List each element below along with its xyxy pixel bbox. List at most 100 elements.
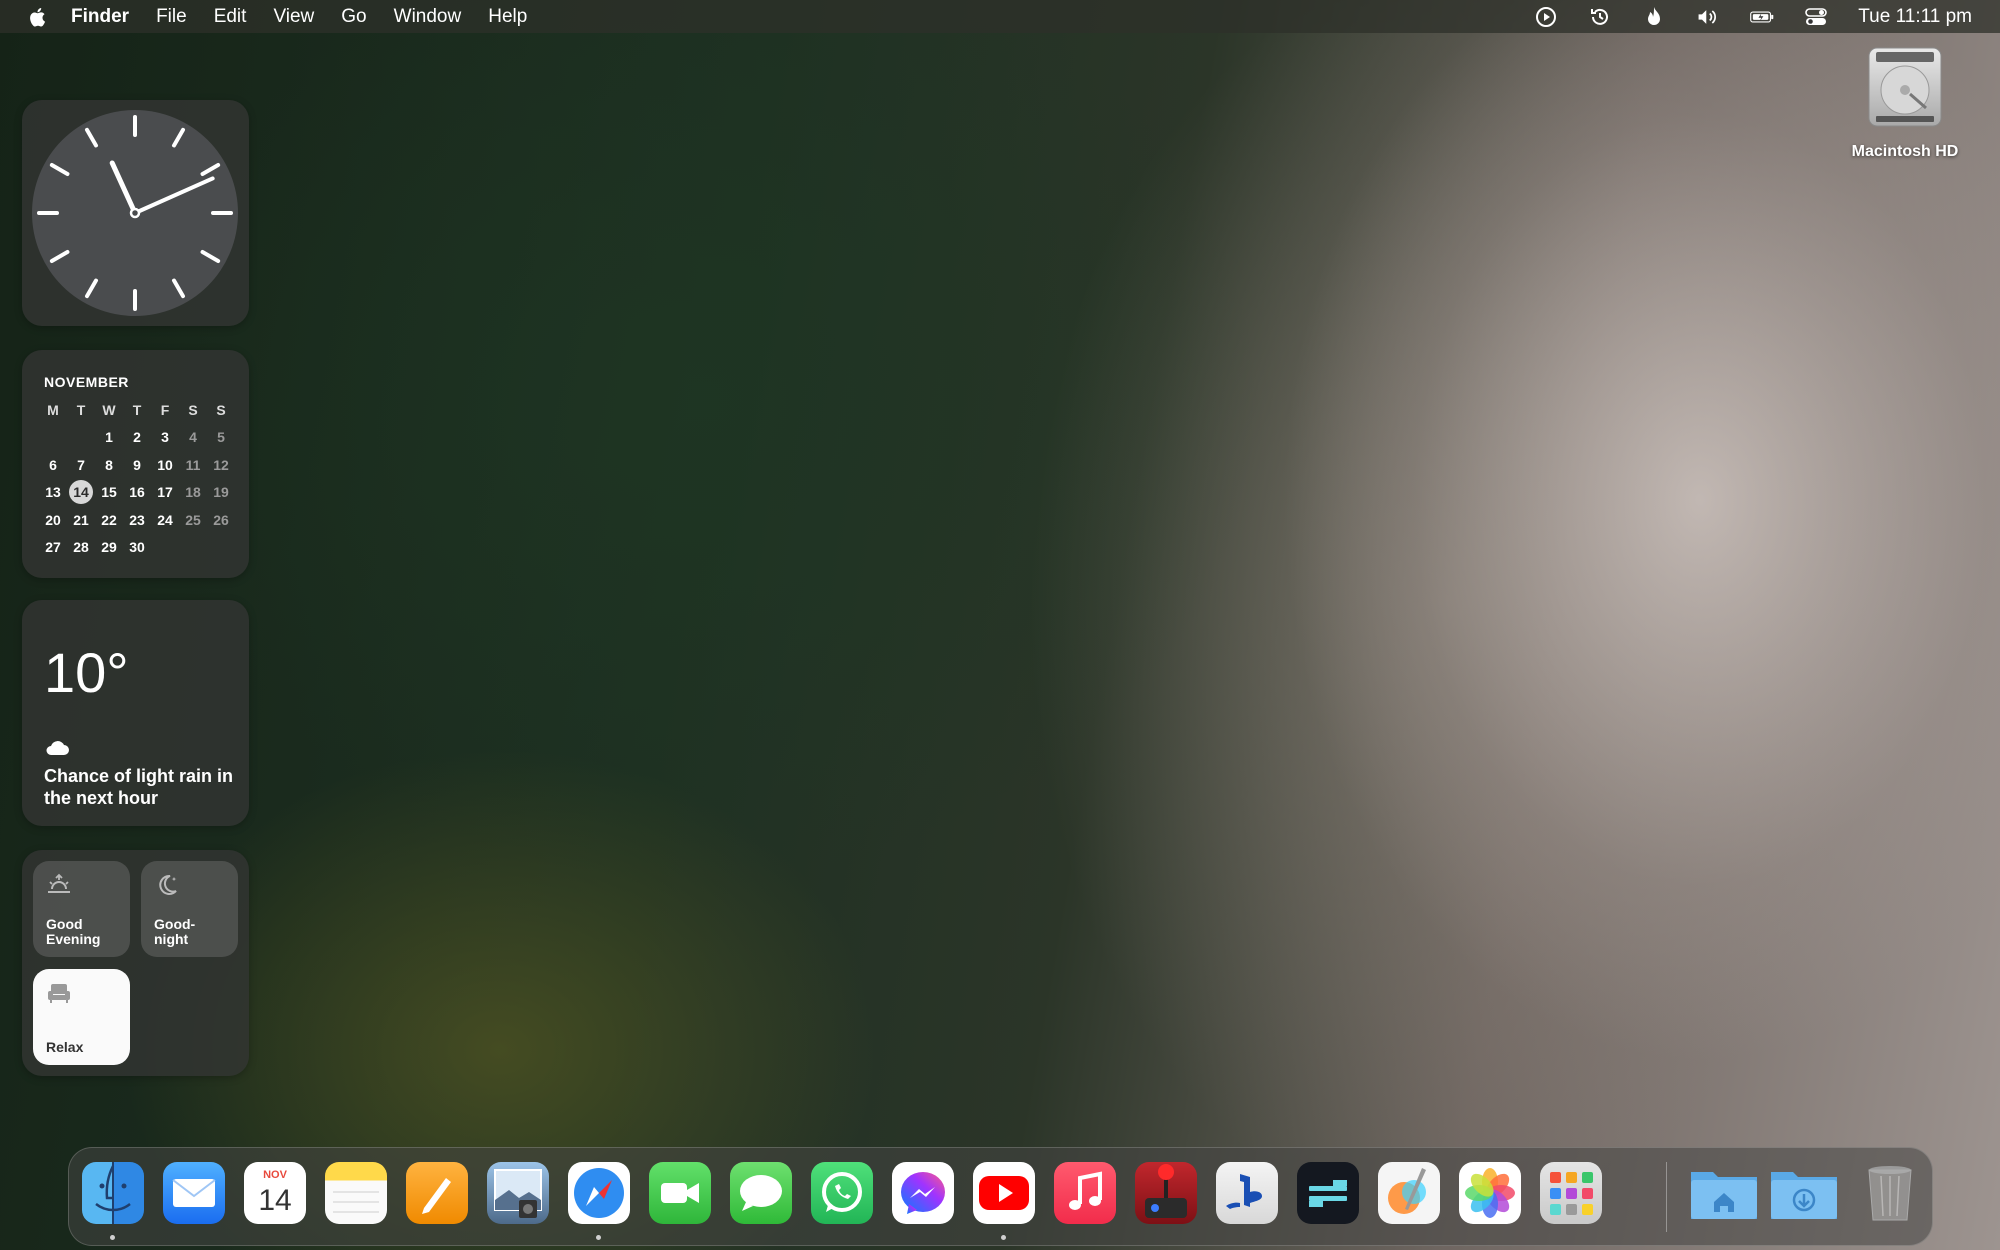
time-machine-icon[interactable] [1588,6,1612,28]
dock-downloads-folder[interactable] [1769,1162,1839,1224]
dock-photos[interactable] [1459,1162,1521,1224]
calendar-widget[interactable]: NOVEMBER M T W T F S S 1 2 3 4 5 6 7 8 9 10 11 12 13 14 15 16 1… [22,350,249,578]
dock-joystick-app[interactable] [1135,1162,1197,1224]
calendar-day: 23 [129,511,145,528]
menu-app-name[interactable]: Finder [71,6,129,28]
scene-relax[interactable]: Relax [33,969,130,1065]
calendar-day: 7 [77,456,85,473]
moon-icon [159,874,177,895]
dock-separator [1666,1162,1667,1232]
menu-go[interactable]: Go [341,6,366,28]
clock-widget[interactable] [22,100,249,326]
calendar-day: 4 [189,429,197,446]
calendar-grid: M T W T F S S 1 2 3 4 5 6 7 8 9 10 11 12 13 14 15 16 17 18 19 20 21… [39,396,237,561]
finder-icon [95,1162,131,1224]
calendar-empty-cell [67,424,95,452]
menu-bar: Finder File Edit View Go Window Help Tue… [0,0,2000,33]
dock-mail[interactable] [163,1162,225,1224]
calendar-day-today: 14 [69,480,93,505]
dock-whatsapp[interactable] [811,1162,873,1224]
svg-text:14: 14 [258,1184,291,1217]
music-icon [1069,1171,1102,1210]
joystick-icon [1145,1164,1187,1218]
calendar-day: 10 [157,456,173,473]
play-circle-icon[interactable] [1534,6,1558,28]
dock: NOV 14 [68,1147,1933,1246]
dock-youtube[interactable] [973,1162,1035,1224]
calendar-empty-cell [207,534,235,562]
dock-finder[interactable] [82,1162,144,1224]
calendar-day: 26 [213,511,229,528]
scene-label: Good Evening [46,916,101,947]
scene-good-night[interactable]: Good-night [141,861,238,957]
menu-window[interactable]: Window [394,6,462,28]
calendar-month: NOVEMBER [44,374,129,390]
calendar-day: 21 [73,511,89,528]
photos-icon [1465,1168,1515,1218]
calendar-weekday-header: T [76,401,86,418]
menu-clock[interactable]: Tue 11:11 pm [1858,6,1972,28]
scene-label: Relax [46,1039,84,1055]
dock-notes[interactable] [325,1162,387,1224]
running-indicator [596,1235,601,1240]
dock-trash[interactable] [1859,1162,1921,1224]
calendar-day: 18 [185,484,201,501]
dock-safari[interactable] [568,1162,630,1224]
dock-pixelmator[interactable] [1378,1162,1440,1224]
scene-good-evening[interactable]: Good Evening [33,861,130,957]
analog-clock-face [32,110,238,316]
dock-calendar[interactable]: NOV 14 [244,1162,306,1224]
dock-facetime[interactable] [649,1162,711,1224]
dock-messenger[interactable] [892,1162,954,1224]
dock-pages[interactable] [406,1162,468,1224]
calendar-weekday-header: W [102,401,116,418]
scene-label: Good-night [154,916,196,947]
dock-preview[interactable] [487,1162,549,1224]
pixelmator-icon [1388,1168,1426,1214]
calendar-day: 17 [157,484,173,501]
dock-home-folder[interactable] [1689,1162,1759,1224]
calendar-icon: NOV 14 [258,1169,291,1217]
menu-help[interactable]: Help [488,6,527,28]
flame-icon[interactable] [1642,6,1666,28]
dock-music[interactable] [1054,1162,1116,1224]
svg-text:NOV: NOV [263,1169,288,1181]
calendar-day: 24 [157,511,173,528]
calendar-weekday-header: F [160,401,170,418]
hard-drive-icon [1868,47,1942,127]
calendar-day: 29 [101,539,117,556]
calendar-day: 27 [45,539,61,556]
messages-icon [740,1175,782,1211]
calendar-day: 13 [45,484,61,501]
launchpad-icon [1550,1172,1593,1215]
downloads-folder-icon [1771,1172,1837,1219]
dock-terminal-app[interactable] [1297,1162,1359,1224]
menu-file[interactable]: File [156,6,187,28]
weather-widget[interactable]: 10° Chance of light rain in the next hou… [22,600,249,826]
calendar-day: 30 [129,539,145,556]
control-center-icon[interactable] [1804,6,1828,28]
menu-view[interactable]: View [273,6,314,28]
youtube-icon [979,1176,1029,1210]
status-area: Tue 11:11 pm [1504,0,1972,33]
whatsapp-icon [822,1172,862,1212]
facetime-icon [661,1183,699,1203]
menu-edit[interactable]: Edit [214,6,247,28]
calendar-empty-cell [151,534,179,562]
calendar-day: 16 [129,484,145,501]
apple-logo-icon[interactable] [27,5,49,29]
calendar-day: 12 [213,456,229,473]
mail-icon [172,1179,216,1207]
volume-icon[interactable] [1696,6,1720,28]
calendar-empty-cell [39,424,67,452]
calendar-weekday-header: M [47,401,59,418]
dock-launchpad[interactable] [1540,1162,1602,1224]
dock-messages[interactable] [730,1162,792,1224]
dock-playstation[interactable] [1216,1162,1278,1224]
weather-temperature: 10° [44,641,129,704]
desktop-macintosh-hd[interactable]: Macintosh HD [1840,46,1970,161]
battery-icon[interactable] [1750,6,1774,28]
calendar-weekday-header: S [216,401,226,418]
calendar-day: 9 [133,456,141,473]
calendar-weekday-header: T [132,401,142,418]
